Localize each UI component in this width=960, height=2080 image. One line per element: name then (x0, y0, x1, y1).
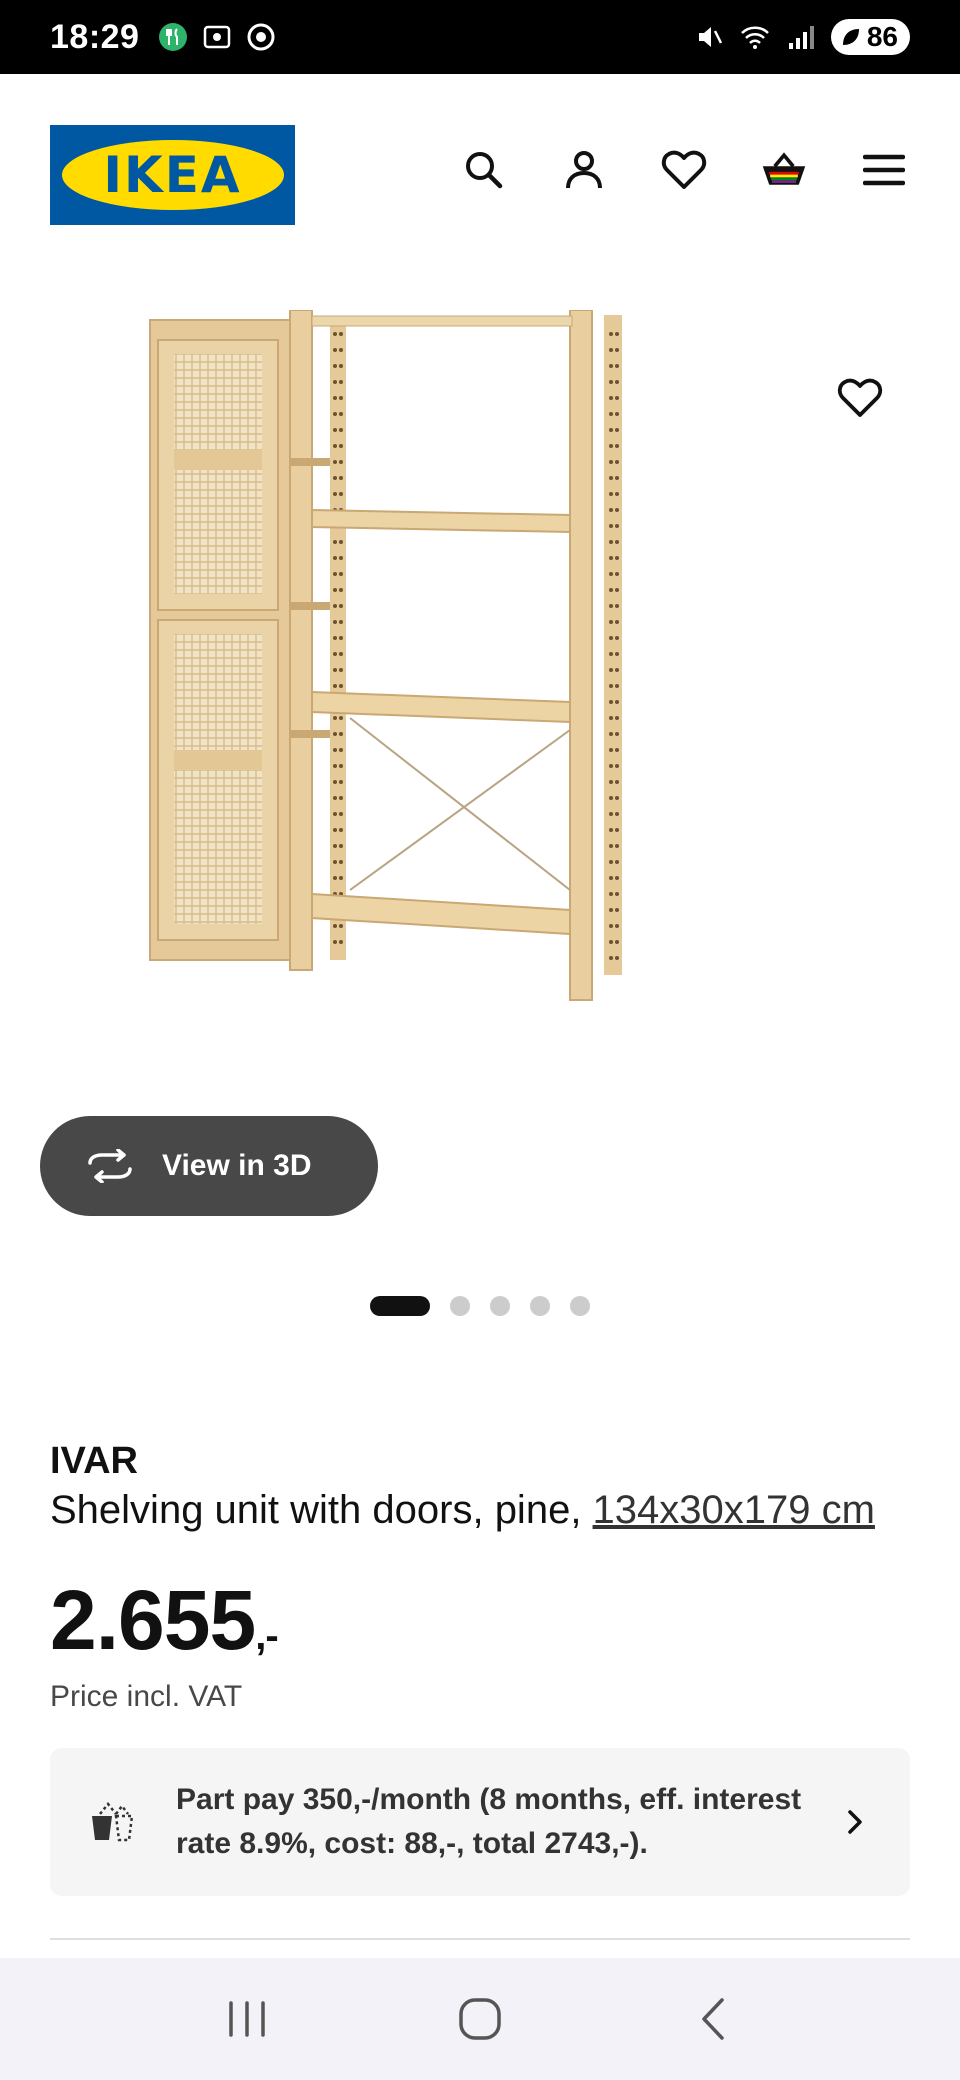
gallery-pagination (370, 1296, 590, 1316)
price-vat-note: Price incl. VAT (50, 1680, 243, 1713)
recent-apps-icon (228, 2001, 265, 2037)
android-navigation-bar (0, 1958, 960, 2080)
signal-icon (788, 26, 814, 49)
product-price: 2.655,- (50, 1572, 279, 1669)
logo-text: IKEA (103, 146, 242, 204)
recent-apps-button[interactable] (217, 1989, 277, 2049)
logo-oval: IKEA (61, 140, 284, 210)
home-icon (459, 1998, 501, 2040)
leaf-icon (842, 29, 859, 45)
rotate-3d-icon (88, 1149, 132, 1183)
site-header: IKEA (0, 74, 960, 274)
section-divider (50, 1938, 910, 1940)
account-icon (566, 151, 602, 189)
price-suffix: ,- (255, 1614, 278, 1658)
product-description: Shelving unit with doors, pine, 134x30x1… (50, 1488, 875, 1533)
save-to-favourites-button[interactable] (832, 370, 888, 426)
chevron-right-icon (848, 1810, 862, 1834)
heart-icon (837, 378, 883, 417)
account-button[interactable] (560, 146, 608, 194)
product-name: IVAR (50, 1440, 138, 1482)
wifi-icon (740, 26, 769, 49)
gallery-dot-3[interactable] (490, 1296, 510, 1316)
screenshot-icon (204, 25, 231, 49)
gallery-dot-1[interactable] (370, 1296, 430, 1316)
gallery-dot-5[interactable] (570, 1296, 590, 1316)
product-description-text: Shelving unit with doors, pine, (50, 1488, 593, 1532)
product-measurements-link[interactable]: 134x30x179 cm (593, 1488, 875, 1532)
part-pay-banner[interactable]: Part pay 350,-/month (8 months, eff. int… (50, 1748, 910, 1896)
status-time: 18:29 (50, 17, 140, 56)
heart-icon (661, 150, 707, 189)
view-in-3d-button[interactable]: View in 3D (40, 1116, 378, 1216)
gallery-dot-4[interactable] (530, 1296, 550, 1316)
back-button[interactable] (683, 1989, 743, 2049)
ikea-logo[interactable]: IKEA (50, 125, 295, 225)
view-in-3d-label: View in 3D (162, 1149, 312, 1182)
header-nav (460, 146, 908, 194)
battery-indicator: 86 (830, 19, 910, 55)
mute-icon (698, 27, 722, 47)
status-notification-icons (157, 21, 277, 53)
status-bar: 18:29 86 (0, 0, 960, 74)
home-button[interactable] (450, 1989, 510, 2049)
part-pay-text: Part pay 350,-/month (8 months, eff. int… (176, 1783, 802, 1860)
basket-icon (762, 152, 806, 185)
battery-level: 86 (866, 21, 898, 52)
status-system-icons: 86 (693, 19, 910, 55)
basket-button[interactable] (760, 146, 808, 194)
price-value: 2.655 (50, 1573, 256, 1667)
product-image[interactable] (140, 310, 820, 1240)
back-icon (702, 1998, 725, 2040)
gallery-dot-2[interactable] (450, 1296, 470, 1316)
restaurant-icon (159, 23, 188, 51)
part-payment-icon (92, 1801, 134, 1842)
search-icon (466, 152, 503, 189)
search-button[interactable] (460, 146, 508, 194)
menu-icon (863, 154, 905, 186)
favourites-button[interactable] (660, 146, 708, 194)
menu-button[interactable] (860, 146, 908, 194)
sync-icon (247, 23, 275, 51)
